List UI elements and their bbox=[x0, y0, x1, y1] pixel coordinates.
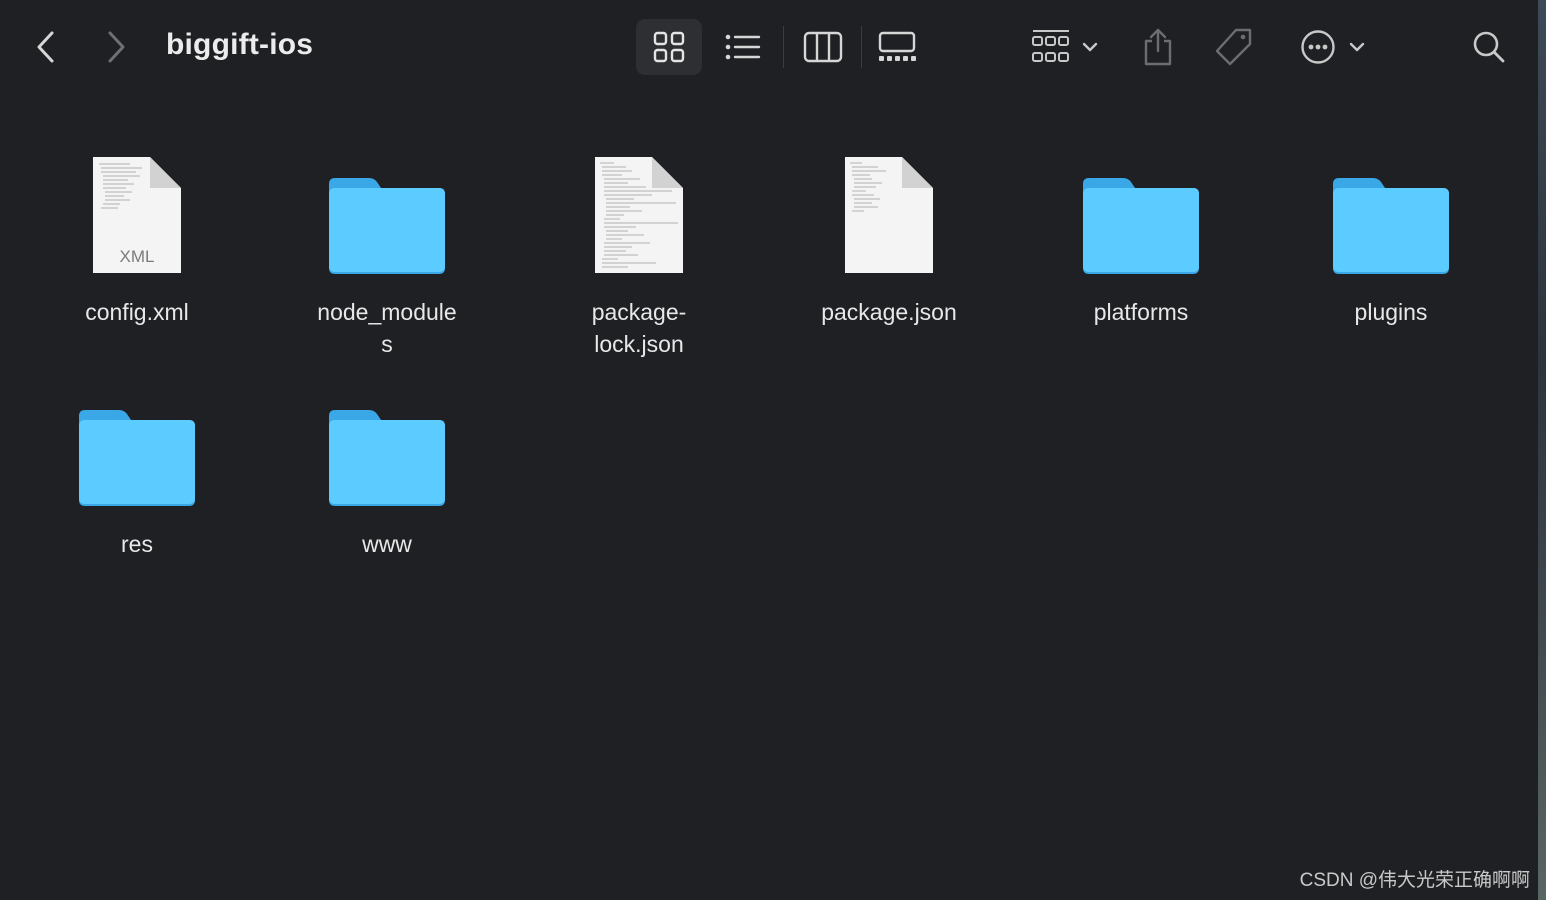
chevron-right-icon bbox=[108, 31, 125, 63]
icon-view-button[interactable] bbox=[636, 19, 702, 75]
folder-name: platforms bbox=[1093, 299, 1189, 325]
toolbar-separator bbox=[783, 26, 784, 68]
xml-file-icon: XML bbox=[93, 157, 181, 273]
folder-item[interactable]: platforms bbox=[1026, 146, 1256, 328]
file-item[interactable]: package.json bbox=[774, 146, 1004, 328]
folder-name: plugins bbox=[1354, 299, 1428, 325]
folder-icon-box bbox=[272, 146, 502, 276]
column-view-button[interactable] bbox=[792, 19, 854, 75]
icon-view-icon bbox=[653, 31, 685, 63]
folder-name: res bbox=[121, 531, 153, 557]
gallery-view-icon bbox=[878, 31, 916, 61]
tag-icon bbox=[1215, 28, 1252, 66]
group-by-icon bbox=[1032, 30, 1069, 62]
file-name: package-lock.json bbox=[591, 299, 687, 357]
folder-icon bbox=[1333, 178, 1449, 274]
folder-icon-box bbox=[1026, 146, 1256, 276]
list-view-button[interactable] bbox=[712, 19, 774, 75]
list-view-icon bbox=[725, 34, 761, 60]
search-icon bbox=[1473, 31, 1505, 63]
forward-button[interactable] bbox=[98, 26, 134, 68]
back-button[interactable] bbox=[28, 26, 64, 68]
file-grid: XML config.xml node_modules package-lock… bbox=[0, 96, 1538, 900]
file-name: config.xml bbox=[85, 299, 189, 325]
folder-icon bbox=[1083, 178, 1199, 274]
search-button[interactable] bbox=[1462, 19, 1516, 75]
file-icon-box bbox=[524, 146, 754, 276]
toolbar-separator bbox=[861, 26, 862, 68]
desktop-edge bbox=[1538, 0, 1546, 900]
finder-window: biggift-ios XML config.xml node_modules … bbox=[0, 0, 1538, 900]
file-item[interactable]: XML config.xml bbox=[22, 146, 252, 328]
folder-icon-box bbox=[272, 378, 502, 508]
more-actions-icon bbox=[1301, 30, 1335, 64]
tag-button[interactable] bbox=[1206, 19, 1262, 75]
watermark: CSDN @伟大光荣正确啊啊 bbox=[1299, 870, 1530, 891]
file-icon-box: XML bbox=[22, 146, 252, 276]
file-icon-box bbox=[774, 146, 1004, 276]
chevron-down-icon bbox=[1082, 42, 1098, 52]
file-item[interactable]: package-lock.json bbox=[524, 146, 754, 360]
share-icon bbox=[1144, 28, 1172, 66]
more-actions-button[interactable] bbox=[1290, 19, 1376, 75]
chevron-left-icon bbox=[37, 31, 54, 63]
toolbar: biggift-ios bbox=[0, 0, 1538, 96]
folder-icon bbox=[329, 178, 445, 274]
file-name: package.json bbox=[821, 299, 957, 325]
folder-item[interactable]: node_modules bbox=[272, 146, 502, 360]
share-button[interactable] bbox=[1132, 19, 1184, 75]
svg-text:XML: XML bbox=[120, 247, 155, 266]
folder-icon bbox=[79, 410, 195, 506]
text-file-icon bbox=[595, 157, 683, 273]
text-file-icon bbox=[845, 157, 933, 273]
folder-icon-box bbox=[1276, 146, 1506, 276]
window-title: biggift-ios bbox=[166, 28, 314, 61]
folder-name: node_modules bbox=[317, 299, 457, 357]
folder-item[interactable]: plugins bbox=[1276, 146, 1506, 328]
folder-icon bbox=[329, 410, 445, 506]
folder-icon-box bbox=[22, 378, 252, 508]
gallery-view-button[interactable] bbox=[866, 19, 928, 75]
folder-item[interactable]: res bbox=[22, 378, 252, 560]
folder-item[interactable]: www bbox=[272, 378, 502, 560]
folder-name: www bbox=[362, 531, 412, 557]
column-view-icon bbox=[803, 31, 843, 63]
group-by-button[interactable] bbox=[1022, 19, 1108, 75]
chevron-down-icon bbox=[1349, 42, 1365, 52]
